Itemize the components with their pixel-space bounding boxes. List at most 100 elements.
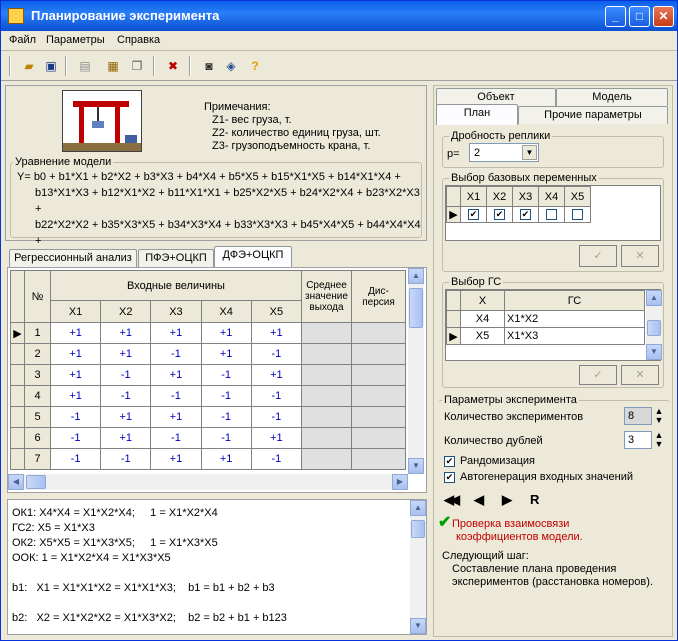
input-value-cell[interactable]: -1	[200, 427, 252, 449]
input-value-cell[interactable]: +1	[250, 322, 303, 344]
scroll-down-icon[interactable]: ▼	[408, 458, 424, 474]
input-value-cell[interactable]: +1	[150, 406, 202, 428]
scroll-down-icon[interactable]: ▼	[410, 618, 426, 634]
table-row[interactable]: ▶ 1 +1 +1 +1 +1 +1	[10, 322, 406, 344]
input-value-cell[interactable]: -1	[200, 385, 252, 407]
gs-vscroll[interactable]: ▲ ▼	[646, 290, 662, 360]
checkbox[interactable]: ✔	[468, 209, 479, 221]
help-icon[interactable]: ?	[247, 58, 263, 74]
open-folder-icon[interactable]: ▰	[21, 58, 37, 74]
tab-regression[interactable]: Регрессионный анализ	[9, 249, 137, 267]
gs-cell-x[interactable]: X4	[460, 310, 505, 328]
log-vscroll[interactable]: ▲ ▼	[410, 500, 426, 634]
input-value-cell[interactable]: +1	[150, 364, 202, 386]
mean-cell[interactable]	[301, 364, 352, 386]
input-value-cell[interactable]: +1	[250, 427, 303, 449]
dispersion-cell[interactable]	[351, 343, 406, 365]
input-value-cell[interactable]: +1	[100, 406, 152, 428]
dispersion-cell[interactable]	[351, 322, 406, 344]
mean-cell[interactable]	[301, 385, 352, 407]
input-value-cell[interactable]: -1	[250, 406, 303, 428]
mean-cell[interactable]	[301, 448, 352, 470]
table-row[interactable]: 6 -1 +1 -1 -1 +1	[10, 427, 406, 449]
tab-other-params[interactable]: Прочие параметры	[518, 106, 668, 124]
scroll-up-icon[interactable]: ▲	[646, 290, 662, 306]
dup-field[interactable]: 3	[624, 431, 652, 449]
save-icon[interactable]: ▣	[43, 58, 59, 74]
tab-pfe[interactable]: ПФЭ+ОЦКП	[138, 249, 214, 267]
tab-plan[interactable]: План	[436, 104, 518, 125]
dispersion-cell[interactable]	[351, 364, 406, 386]
input-value-cell[interactable]: +1	[200, 322, 252, 344]
hscroll-thumb[interactable]	[26, 475, 46, 489]
log-area[interactable]: ОК1: X4*X4 = X1*X2*X4; 1 = X1*X2*X4 ГС2: …	[7, 499, 427, 635]
checkbox[interactable]	[572, 209, 583, 221]
scroll-left-icon[interactable]: ◀	[8, 474, 24, 490]
dup-spinner-icon[interactable]: ▲ ▼	[652, 431, 666, 449]
input-value-cell[interactable]: -1	[200, 406, 252, 428]
exit-icon[interactable]: ✖	[165, 58, 181, 74]
input-value-cell[interactable]: +1	[200, 448, 252, 470]
print-icon[interactable]: ▤	[77, 58, 93, 74]
scroll-thumb[interactable]	[409, 288, 423, 328]
base-var-check-x5[interactable]	[564, 206, 591, 223]
scroll-down-icon[interactable]: ▼	[646, 344, 662, 360]
gs-cell-x[interactable]: X5	[460, 327, 505, 345]
input-value-cell[interactable]: -1	[150, 427, 202, 449]
scroll-up-icon[interactable]: ▲	[408, 268, 424, 284]
input-value-cell[interactable]: -1	[100, 364, 152, 386]
gs-cell-gs[interactable]: X1*X2	[504, 310, 645, 328]
mean-cell[interactable]	[301, 343, 352, 365]
table-row[interactable]: 4 +1 -1 -1 -1 -1	[10, 385, 406, 407]
input-value-cell[interactable]: -1	[200, 364, 252, 386]
dispersion-cell[interactable]	[351, 406, 406, 428]
exp-count-spinner-icon[interactable]: ▲ ▼	[652, 407, 666, 425]
menu-file[interactable]: Файл	[9, 34, 36, 46]
cancel-button[interactable]: ✕	[621, 365, 659, 385]
input-value-cell[interactable]: -1	[150, 343, 202, 365]
table-row[interactable]: 3 +1 -1 +1 -1 +1	[10, 364, 406, 386]
input-value-cell[interactable]: +1	[100, 343, 152, 365]
close-button[interactable]: ✕	[653, 6, 674, 27]
table-row[interactable]: 5 -1 +1 +1 -1 -1	[10, 406, 406, 428]
maximize-button[interactable]: □	[629, 6, 650, 27]
table-row[interactable]: 7 -1 -1 +1 +1 -1	[10, 448, 406, 470]
checkbox[interactable]: ✔	[494, 209, 505, 221]
input-value-cell[interactable]: +1	[49, 364, 102, 386]
confirm-button[interactable]: ✓	[579, 365, 617, 385]
menu-parameters[interactable]: Параметры	[46, 34, 105, 46]
minimize-button[interactable]: _	[605, 6, 626, 27]
menu-help[interactable]: Справка	[117, 34, 160, 46]
table-vscroll[interactable]: ▲ ▼	[408, 268, 424, 474]
dispersion-cell[interactable]	[351, 385, 406, 407]
input-value-cell[interactable]: +1	[150, 322, 202, 344]
dispersion-cell[interactable]	[351, 448, 406, 470]
mean-cell[interactable]	[301, 406, 352, 428]
base-var-check-x3[interactable]: ✔	[512, 206, 539, 223]
exp-count-field[interactable]: 8	[624, 407, 652, 425]
input-value-cell[interactable]: +1	[49, 322, 102, 344]
input-value-cell[interactable]: +1	[200, 343, 252, 365]
confirm-button[interactable]: ✓	[579, 245, 617, 267]
mean-cell[interactable]	[301, 427, 352, 449]
cancel-button[interactable]: ✕	[621, 245, 659, 267]
prev-step-button[interactable]: ◀	[474, 492, 484, 508]
table-row[interactable]: 2 +1 +1 -1 +1 -1	[10, 343, 406, 365]
input-value-cell[interactable]: +1	[49, 385, 102, 407]
input-value-cell[interactable]: +1	[100, 427, 152, 449]
next-step-button[interactable]: ▶	[502, 492, 512, 508]
gs-cell-gs[interactable]: X1*X3	[504, 327, 645, 345]
base-var-check-x1[interactable]: ✔	[460, 206, 487, 223]
first-step-button[interactable]: ◀◀	[444, 492, 460, 508]
input-value-cell[interactable]: +1	[49, 343, 102, 365]
input-value-cell[interactable]: +1	[150, 448, 202, 470]
input-value-cell[interactable]: -1	[100, 448, 152, 470]
input-value-cell[interactable]: -1	[250, 448, 303, 470]
replica-select[interactable]: 2 ▼	[469, 143, 539, 162]
scroll-up-icon[interactable]: ▲	[410, 500, 426, 516]
mean-cell[interactable]	[301, 322, 352, 344]
book-icon[interactable]: ◈	[223, 58, 239, 74]
randomize-checkbox[interactable]: ✔	[444, 456, 455, 467]
input-value-cell[interactable]: -1	[150, 385, 202, 407]
camera-icon[interactable]: ◙	[201, 58, 217, 74]
